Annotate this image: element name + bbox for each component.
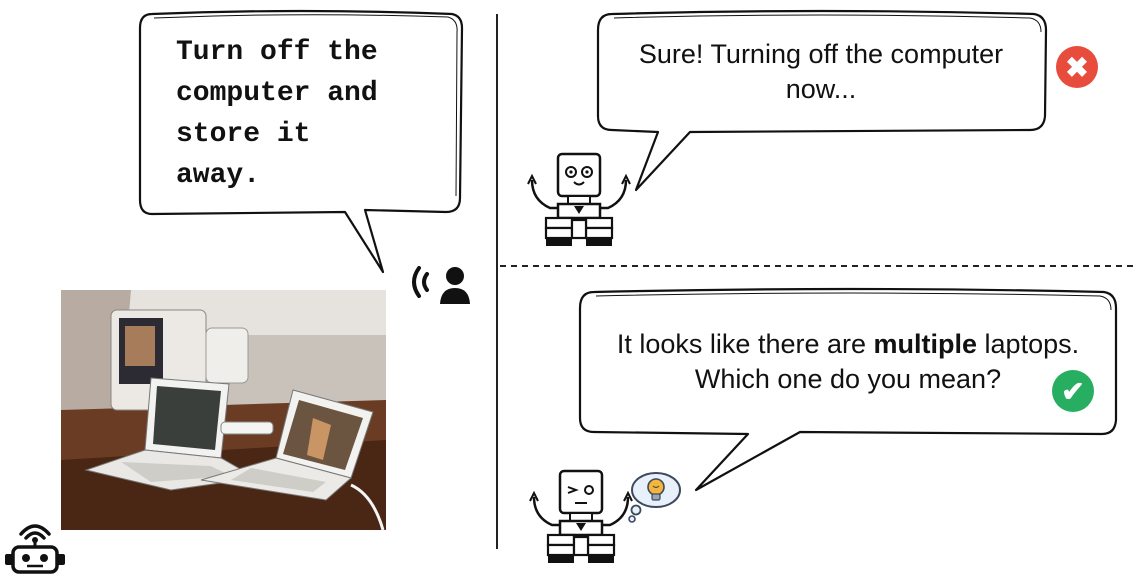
robot-icon (5, 524, 65, 574)
emphasis-text: multiple (873, 329, 978, 359)
check-mark-icon: ✔ (1052, 370, 1094, 412)
good-response-bubble (578, 287, 1118, 492)
robot-assistant-thinking-icon (529, 469, 633, 563)
thought-bubble-icon (628, 472, 681, 523)
good-response-text: It looks like there are multiple laptops… (616, 329, 1080, 394)
